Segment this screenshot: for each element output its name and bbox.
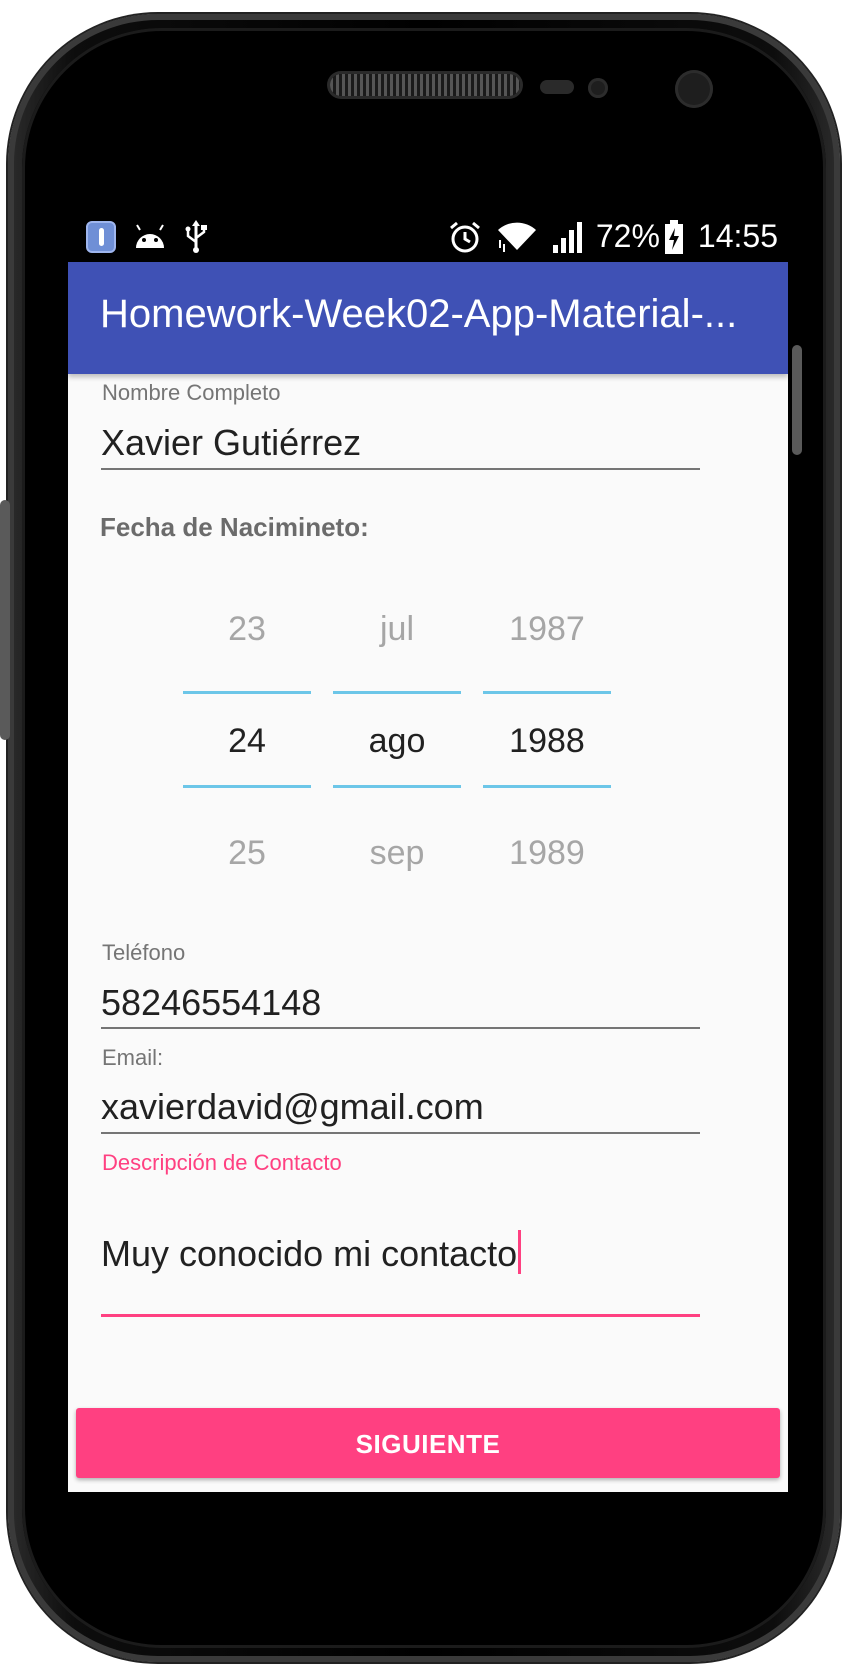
text-cursor: [518, 1230, 522, 1274]
alarm-icon: [449, 221, 480, 252]
app-bar: Homework-Week02-App-Material-...: [68, 262, 788, 374]
day-picker-selected[interactable]: 24: [183, 722, 311, 761]
year-picker-selected[interactable]: 1988: [483, 722, 611, 761]
month-picker-next[interactable]: sep: [333, 834, 461, 873]
month-picker-divider-bottom: [333, 785, 461, 788]
app-title: Homework-Week02-App-Material-...: [100, 292, 738, 336]
battery-percentage: 72%: [595, 218, 660, 254]
email-field-label: Email:: [102, 1045, 164, 1070]
android-icon: [136, 224, 164, 248]
year-picker[interactable]: 1987 1988 1989: [483, 592, 611, 892]
year-picker-divider-top: [483, 691, 611, 694]
light-sensor: [588, 78, 608, 98]
volume-button: [0, 500, 10, 740]
next-button[interactable]: SIGUIENTE: [76, 1408, 780, 1478]
description-field-label: Descripción de Contacto: [102, 1150, 342, 1175]
month-picker-divider-top: [333, 691, 461, 694]
year-picker-divider-bottom: [483, 785, 611, 788]
day-picker-divider-top: [183, 691, 311, 694]
day-picker-divider-bottom: [183, 785, 311, 788]
email-field-underline: [101, 1132, 700, 1134]
name-field-underline: [101, 468, 700, 470]
email-field[interactable]: xavierdavid@gmail.com: [101, 1086, 484, 1128]
phone-field-label: Teléfono: [102, 940, 186, 965]
year-picker-prev[interactable]: 1987: [483, 610, 611, 649]
name-field[interactable]: Xavier Gutiérrez: [101, 422, 361, 464]
phone-field[interactable]: 58246554148: [101, 982, 321, 1024]
earpiece-speaker: [330, 74, 520, 96]
month-picker[interactable]: jul ago sep: [333, 592, 461, 892]
thermometer-app-icon: [86, 221, 116, 253]
name-field-label: Nombre Completo: [102, 380, 281, 405]
usb-icon: [185, 220, 207, 253]
system-status: 72% 14:55: [448, 218, 778, 255]
description-field-underline: [101, 1314, 700, 1317]
battery-charging-icon: [664, 219, 683, 254]
day-picker[interactable]: 23 24 25: [183, 592, 311, 892]
power-button: [792, 345, 802, 455]
status-bar: 72% 14:55: [68, 212, 788, 262]
notification-icons: [86, 220, 208, 254]
device-screen: 72% 14:55 Homework-Week02-App-Material-.…: [68, 212, 788, 1492]
year-picker-next[interactable]: 1989: [483, 834, 611, 873]
clock-time: 14:55: [697, 218, 778, 254]
wifi-icon: [497, 222, 536, 252]
description-field[interactable]: Muy conocido mi contacto: [101, 1230, 522, 1275]
proximity-sensor: [540, 80, 574, 94]
birthdate-title: Fecha de Nacimineto:: [100, 512, 369, 542]
front-camera: [675, 70, 713, 108]
day-picker-prev[interactable]: 23: [183, 610, 311, 649]
day-picker-next[interactable]: 25: [183, 834, 311, 873]
phone-field-underline: [101, 1027, 700, 1029]
description-field-text: Muy conocido mi contacto: [101, 1233, 518, 1274]
month-picker-prev[interactable]: jul: [333, 610, 461, 649]
signal-icon: [552, 221, 582, 253]
month-picker-selected[interactable]: ago: [333, 722, 461, 761]
